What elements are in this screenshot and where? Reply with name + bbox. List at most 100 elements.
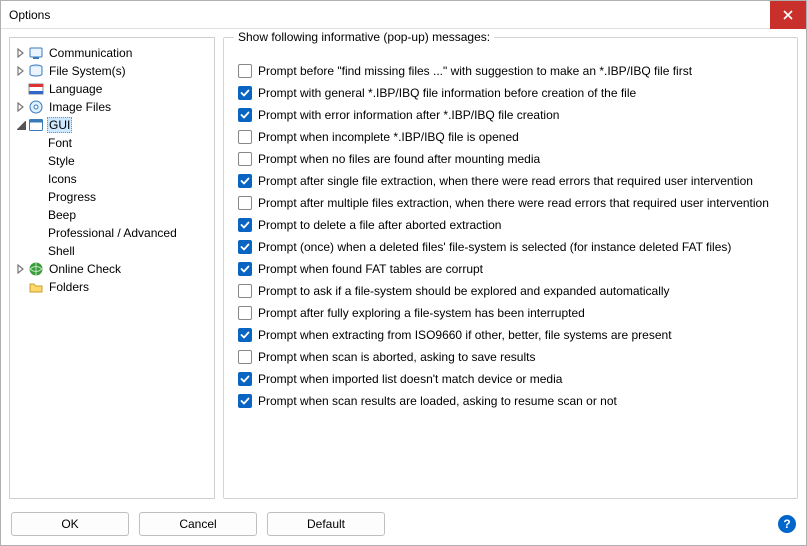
check-label: Prompt after single file extraction, whe…	[258, 174, 753, 188]
check-label: Prompt with error information after *.IB…	[258, 108, 559, 122]
button-bar: OK Cancel Default ?	[1, 503, 806, 545]
checkmark-icon	[240, 330, 250, 340]
tree-item-label: Font	[46, 136, 74, 150]
tree-item-label: Language	[47, 82, 104, 96]
cancel-button[interactable]: Cancel	[139, 512, 257, 536]
check-label: Prompt after multiple files extraction, …	[258, 196, 769, 210]
tree-item-style[interactable]: Style	[30, 152, 212, 170]
check-label: Prompt when extracting from ISO9660 if o…	[258, 328, 672, 342]
checklist: Prompt before "find missing files ..." w…	[238, 62, 787, 410]
check-row: Prompt when no files are found after mou…	[238, 150, 787, 168]
checkbox[interactable]	[238, 108, 252, 122]
check-row: Prompt with general *.IBP/IBQ file infor…	[238, 84, 787, 102]
tree-item-label: Online Check	[47, 262, 123, 276]
checkmark-icon	[240, 374, 250, 384]
checkbox[interactable]	[238, 152, 252, 166]
chevron-right-icon[interactable]	[14, 100, 28, 114]
checkmark-icon	[240, 264, 250, 274]
check-label: Prompt to ask if a file-system should be…	[258, 284, 670, 298]
tree-item-folders[interactable]: Folders	[12, 278, 212, 296]
folders-icon	[28, 279, 44, 295]
chevron-right-icon[interactable]	[14, 262, 28, 276]
check-label: Prompt when imported list doesn't match …	[258, 372, 562, 386]
tree-item-communication[interactable]: Communication	[12, 44, 212, 62]
checkmark-icon	[240, 176, 250, 186]
checkbox[interactable]	[238, 240, 252, 254]
tree-item-label: Folders	[47, 280, 91, 294]
checkbox[interactable]	[238, 174, 252, 188]
tree-item-language[interactable]: Language	[12, 80, 212, 98]
online-icon	[28, 261, 44, 277]
default-button[interactable]: Default	[267, 512, 385, 536]
tree-item-font[interactable]: Font	[30, 134, 212, 152]
checkbox[interactable]	[238, 284, 252, 298]
check-row: Prompt when extracting from ISO9660 if o…	[238, 326, 787, 344]
checkbox[interactable]	[238, 196, 252, 210]
close-icon	[783, 10, 793, 20]
titlebar: Options	[1, 1, 806, 29]
checkbox[interactable]	[238, 86, 252, 100]
tree-item-image-files[interactable]: Image Files	[12, 98, 212, 116]
checkbox[interactable]	[238, 350, 252, 364]
close-button[interactable]	[770, 1, 806, 29]
check-label: Prompt when scan is aborted, asking to s…	[258, 350, 535, 364]
check-label: Prompt (once) when a deleted files' file…	[258, 240, 731, 254]
tree-item-shell[interactable]: Shell	[30, 242, 212, 260]
ok-button[interactable]: OK	[11, 512, 129, 536]
check-row: Prompt with error information after *.IB…	[238, 106, 787, 124]
tree-item-label: Icons	[46, 172, 79, 186]
tree-item-label: Shell	[46, 244, 77, 258]
chevron-right-icon[interactable]	[14, 64, 28, 78]
tree-item-label: Style	[46, 154, 77, 168]
checkmark-icon	[240, 396, 250, 406]
check-label: Prompt to delete a file after aborted ex…	[258, 218, 501, 232]
gui-icon	[28, 117, 44, 133]
check-row: Prompt to delete a file after aborted ex…	[238, 216, 787, 234]
groupbox-legend: Show following informative (pop-up) mess…	[234, 30, 494, 44]
checkbox[interactable]	[238, 218, 252, 232]
fs-icon	[28, 63, 44, 79]
check-row: Prompt after multiple files extraction, …	[238, 194, 787, 212]
checkmark-icon	[240, 110, 250, 120]
checkbox[interactable]	[238, 372, 252, 386]
tree-item-label: Image Files	[47, 100, 113, 114]
tree-item-label: Communication	[47, 46, 134, 60]
tree-item-label: File System(s)	[47, 64, 128, 78]
check-label: Prompt when incomplete *.IBP/IBQ file is…	[258, 130, 519, 144]
tree-item-label: Professional / Advanced	[46, 226, 179, 240]
messages-groupbox: Show following informative (pop-up) mess…	[223, 37, 798, 499]
check-row: Prompt after fully exploring a file-syst…	[238, 304, 787, 322]
tree-item-gui[interactable]: GUI	[12, 116, 212, 134]
check-row: Prompt after single file extraction, whe…	[238, 172, 787, 190]
checkmark-icon	[240, 88, 250, 98]
checkbox[interactable]	[238, 64, 252, 78]
tree-item-beep[interactable]: Beep	[30, 206, 212, 224]
help-icon[interactable]: ?	[778, 515, 796, 533]
check-row: Prompt when found FAT tables are corrupt	[238, 260, 787, 278]
checkbox[interactable]	[238, 262, 252, 276]
tree-item-online-check[interactable]: Online Check	[12, 260, 212, 278]
check-row: Prompt when imported list doesn't match …	[238, 370, 787, 388]
check-label: Prompt when no files are found after mou…	[258, 152, 540, 166]
chevron-down-icon[interactable]	[14, 118, 28, 132]
checkbox[interactable]	[238, 130, 252, 144]
tree-item-professional-advanced[interactable]: Professional / Advanced	[30, 224, 212, 242]
check-row: Prompt when scan is aborted, asking to s…	[238, 348, 787, 366]
tree-item-file-system-s-[interactable]: File System(s)	[12, 62, 212, 80]
check-row: Prompt when scan results are loaded, ask…	[238, 392, 787, 410]
check-label: Prompt before "find missing files ..." w…	[258, 64, 692, 78]
check-label: Prompt after fully exploring a file-syst…	[258, 306, 585, 320]
checkbox[interactable]	[238, 328, 252, 342]
chevron-right-icon[interactable]	[14, 46, 28, 60]
nav-tree[interactable]: Communication File System(s) Language Image…	[9, 37, 215, 499]
tree-item-progress[interactable]: Progress	[30, 188, 212, 206]
checkbox[interactable]	[238, 394, 252, 408]
imgfiles-icon	[28, 99, 44, 115]
tree-item-icons[interactable]: Icons	[30, 170, 212, 188]
check-label: Prompt with general *.IBP/IBQ file infor…	[258, 86, 636, 100]
check-row: Prompt when incomplete *.IBP/IBQ file is…	[238, 128, 787, 146]
check-label: Prompt when scan results are loaded, ask…	[258, 394, 617, 408]
checkbox[interactable]	[238, 306, 252, 320]
check-row: Prompt to ask if a file-system should be…	[238, 282, 787, 300]
comm-icon	[28, 45, 44, 61]
